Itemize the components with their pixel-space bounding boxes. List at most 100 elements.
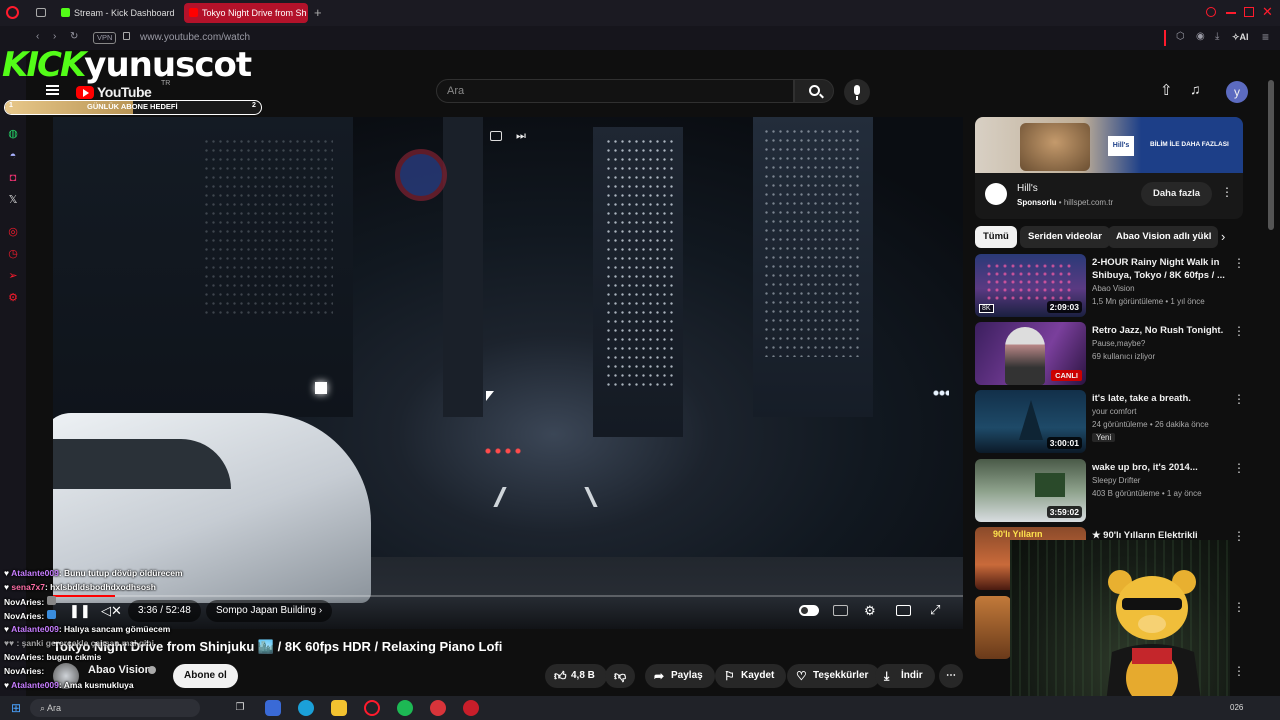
hamburger-menu-icon[interactable] (46, 85, 59, 95)
discord-icon[interactable]: ◓ (7, 150, 19, 162)
thanks-heart-icon: ♡ (796, 669, 807, 683)
instagram-icon[interactable]: ◘ (7, 172, 19, 184)
chip-all[interactable]: Tümü (975, 226, 1017, 248)
copilot-icon[interactable] (265, 700, 281, 716)
voice-search-button[interactable] (844, 79, 870, 105)
fullscreen-icon[interactable]: ⤢ (930, 603, 940, 617)
ad-card[interactable]: Hill's BİLİM İLE DAHA FAZLASI Hill's Spo… (975, 117, 1243, 219)
more-options-icon[interactable]: ⋮ (1233, 392, 1245, 406)
forward-icon[interactable]: › (53, 31, 56, 42)
theater-mode-icon[interactable] (896, 605, 911, 616)
road-sign (395, 149, 447, 201)
account-icon[interactable]: ◉ (1196, 31, 1205, 42)
recommendation-item[interactable]: 3:59:02 wake up bro, it's 2014... Sleepy… (975, 459, 1245, 523)
notifications-bell-icon[interactable]: ♫ (1190, 81, 1201, 97)
miniplayer-icon[interactable] (490, 131, 502, 141)
video-thumbnail[interactable]: 8K 2:09:03 (975, 254, 1086, 317)
video-player[interactable]: ⏭ (53, 117, 963, 629)
media-player-icon[interactable] (463, 700, 479, 716)
extensions-icon[interactable]: ⬡ (1176, 31, 1185, 42)
app-icon[interactable] (430, 700, 446, 716)
chat-message: ♥ sena7x7: hxlsbdldsbodhdxodhsosh (4, 582, 156, 592)
recommendation-item[interactable]: 8K 2:09:03 2-HOUR Rainy Night Walk in Sh… (975, 254, 1245, 318)
subtitles-icon[interactable] (833, 605, 848, 616)
whatsapp-icon[interactable]: ◍ (7, 128, 19, 140)
file-explorer-icon[interactable] (331, 700, 347, 716)
spotify-icon[interactable] (397, 700, 413, 716)
edge-icon[interactable] (298, 700, 314, 716)
more-options-icon[interactable]: ⋮ (1233, 529, 1245, 543)
search-tabs-icon[interactable] (1206, 7, 1216, 17)
search-button[interactable] (794, 79, 834, 103)
upload-icon[interactable]: ⇧ (1160, 81, 1173, 99)
video-thumbnail[interactable] (975, 596, 1011, 659)
tab-youtube-video[interactable]: Tokyo Night Drive from Sh (184, 3, 308, 23)
ad-cta-button[interactable]: Daha fazla (1141, 182, 1212, 206)
more-options-icon[interactable]: ⋮ (1233, 324, 1245, 338)
back-icon[interactable]: ‹ (36, 31, 39, 42)
browser-menu-icon[interactable]: ≡ (1262, 30, 1269, 44)
autoplay-toggle[interactable] (799, 605, 819, 616)
more-options-icon[interactable]: ⋮ (1233, 664, 1245, 678)
more-options-icon[interactable]: ⋮ (1233, 600, 1245, 614)
x-twitter-icon[interactable]: 𝕏 (7, 194, 19, 206)
avatar[interactable]: y (1226, 81, 1248, 103)
video-thumbnail[interactable]: 3:59:02 (975, 459, 1086, 522)
page-scrollbar[interactable] (1268, 80, 1274, 230)
reload-icon[interactable]: ↻ (70, 31, 78, 42)
close-window-button[interactable]: ✕ (1262, 4, 1273, 20)
goal-label: GÜNLÜK ABONE HEDEFİ (87, 102, 178, 111)
download-button[interactable]: ⤓ İndir (875, 664, 935, 688)
search-input[interactable]: Ara (436, 79, 794, 103)
video-thumbnail[interactable]: 3:00:01 (975, 390, 1086, 453)
video-thumbnail[interactable]: CANLI (975, 322, 1086, 385)
downloads-icon[interactable]: ⤓ (1215, 31, 1219, 42)
skip-next-icon[interactable]: ⏭ (516, 130, 526, 143)
taskbar-search-box[interactable]: ⌕ Ara (30, 699, 200, 717)
player-icon[interactable]: ◎ (7, 226, 19, 238)
more-actions-button[interactable]: ⋯ (939, 664, 963, 688)
youtube-wordmark: YouTube (97, 84, 152, 100)
opera-taskbar-icon[interactable] (364, 700, 380, 716)
settings-icon[interactable]: ⚙ (7, 292, 19, 304)
send-icon[interactable]: ➢ (7, 270, 19, 282)
settings-gear-icon[interactable]: ⚙ (864, 604, 876, 618)
more-options-icon[interactable]: ⋮ (1233, 461, 1245, 475)
recommendation-meta: 69 kullanıcı izliyor (1092, 352, 1156, 361)
tab-kick-dashboard[interactable]: Stream - Kick Dashboard (56, 3, 180, 23)
tab-overview-icon[interactable] (36, 8, 46, 17)
history-icon[interactable]: ◷ (7, 248, 19, 260)
url-text[interactable]: www.youtube.com/watch (140, 32, 250, 43)
vpn-badge[interactable]: VPN (93, 32, 117, 44)
ad-banner-text: BİLİM İLE DAHA FAZLASI (1150, 141, 1229, 148)
recommendation-item[interactable]: CANLI Retro Jazz, No Rush Tonight. Pause… (975, 322, 1245, 386)
like-button[interactable]: 👍︎ 4,8 B (545, 664, 607, 688)
taskbar-clock[interactable]: 026 (1230, 703, 1243, 712)
goal-target: 2 (252, 102, 256, 109)
ad-more-icon[interactable]: ⋮ (1221, 185, 1233, 199)
ad-banner[interactable]: Hill's BİLİM İLE DAHA FAZLASI (975, 117, 1243, 173)
save-button[interactable]: ⚐ Kaydet (715, 664, 787, 688)
chat-message: ♥ Atalante009: Ama kusmukluya (4, 680, 134, 690)
chip-series[interactable]: Seriden videolar (1020, 226, 1110, 248)
new-tab-button[interactable]: + (314, 5, 322, 20)
opera-logo-icon[interactable] (6, 6, 19, 19)
more-options-icon[interactable]: ⋮ (1233, 256, 1245, 270)
chevron-right-icon[interactable]: › (1221, 229, 1225, 244)
start-windows-icon[interactable]: ⊞ (8, 700, 24, 716)
recommendation-item[interactable]: 3:00:01 it's late, take a breath. your c… (975, 390, 1245, 454)
thumbnail-text: 90'lı Yılların (993, 529, 1043, 539)
lock-icon (123, 32, 130, 40)
chat-message: NovAries: (4, 610, 56, 621)
thanks-button[interactable]: ♡ Teşekkürler (787, 664, 881, 688)
maximize-button[interactable] (1244, 7, 1254, 17)
dislike-button[interactable]: 👎︎ (605, 664, 635, 688)
share-button[interactable]: ➦ Paylaş (645, 664, 715, 688)
minimize-button[interactable] (1226, 12, 1236, 14)
chat-message: NovAries: (4, 666, 45, 676)
kick-wordmark: KICK (2, 45, 86, 85)
live-badge: CANLI (1051, 370, 1082, 381)
chip-channel[interactable]: Abao Vision adlı yükl (1108, 226, 1218, 248)
aria-ai-button[interactable]: ✧AI (1232, 32, 1249, 43)
task-view-icon[interactable]: ❐ (232, 700, 248, 716)
